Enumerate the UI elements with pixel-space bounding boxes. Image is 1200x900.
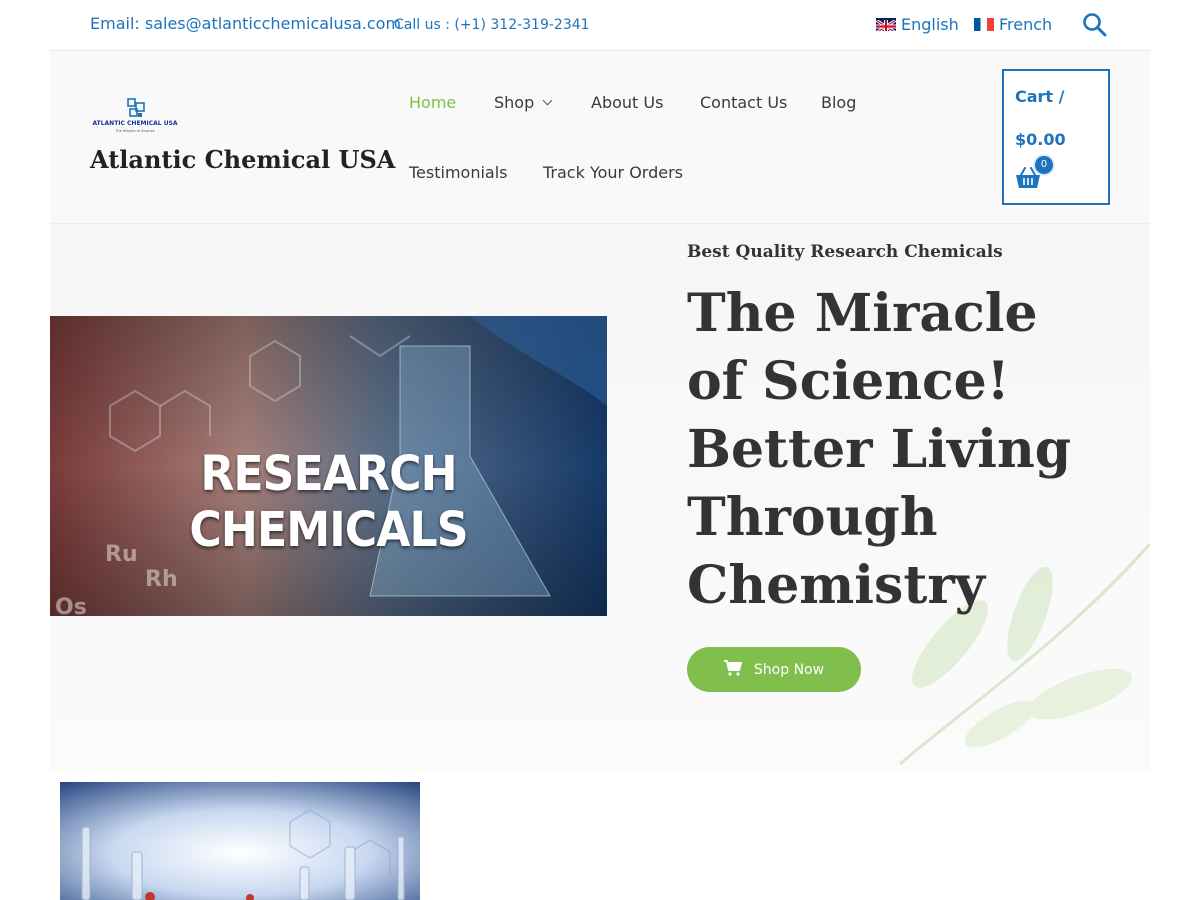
- contact-email[interactable]: Email: sales@atlanticchemicalusa.com: [90, 14, 401, 33]
- language-english-label: English: [901, 15, 959, 34]
- site-title[interactable]: Atlantic Chemical USA: [90, 145, 395, 174]
- hero-section: Ru Rh Os RESEARCH CHEMICALS Best Quality…: [50, 224, 1150, 772]
- email-link[interactable]: sales@atlanticchemicalusa.com: [145, 14, 401, 33]
- research-chemicals-image: Ru Rh Os RESEARCH CHEMICALS: [50, 316, 607, 616]
- cart-count-badge: 0: [1035, 156, 1053, 174]
- svg-text:The Miracle of Science: The Miracle of Science: [114, 129, 154, 133]
- shop-now-label: Shop Now: [753, 661, 825, 678]
- nav-home[interactable]: Home: [409, 93, 456, 112]
- svg-text:Rh: Rh: [145, 567, 178, 592]
- nav-about-us[interactable]: About Us: [591, 93, 663, 112]
- hero-title: The Miracle of Science! Better Living Th…: [687, 283, 1072, 616]
- lab-glassware-image: [60, 782, 420, 900]
- cart-widget[interactable]: Cart / $0.00 0: [1002, 69, 1110, 205]
- shopping-cart-icon: [723, 659, 742, 680]
- uk-flag-icon: [876, 18, 896, 31]
- nav-contact-us[interactable]: Contact Us: [700, 93, 787, 112]
- svg-text:ATLANTIC CHEMICAL USA: ATLANTIC CHEMICAL USA: [92, 120, 177, 127]
- cart-total: $0.00: [1015, 130, 1066, 149]
- hero-subtitle: Best Quality Research Chemicals: [687, 242, 1003, 262]
- nav-blog[interactable]: Blog: [821, 93, 856, 112]
- research-chemicals-image-text: RESEARCH CHEMICALS: [189, 446, 468, 558]
- nav-shop-label: Shop: [494, 93, 535, 112]
- site-logo[interactable]: ATLANTIC CHEMICAL USA The Miracle of Sci…: [90, 97, 180, 137]
- nav-testimonials[interactable]: Testimonials: [409, 163, 508, 182]
- language-english[interactable]: English: [876, 15, 959, 34]
- site-header: ATLANTIC CHEMICAL USA The Miracle of Sci…: [50, 51, 1150, 224]
- svg-text:Os: Os: [55, 595, 87, 616]
- top-bar: Email: sales@atlanticchemicalusa.com Cal…: [50, 0, 1150, 51]
- nav-shop[interactable]: Shop: [494, 93, 553, 112]
- language-french-label: French: [999, 15, 1053, 34]
- cart-label: Cart /: [1015, 87, 1065, 106]
- search-icon[interactable]: [1082, 12, 1108, 38]
- france-flag-icon: [974, 18, 994, 31]
- shop-now-button[interactable]: Shop Now: [687, 647, 861, 692]
- language-french[interactable]: French: [974, 15, 1052, 34]
- contact-phone[interactable]: Call us : (+1) 312-319-2341: [394, 17, 590, 33]
- nav-track-orders[interactable]: Track Your Orders: [543, 163, 683, 182]
- chevron-down-icon: [542, 95, 553, 106]
- email-label: Email:: [90, 14, 140, 33]
